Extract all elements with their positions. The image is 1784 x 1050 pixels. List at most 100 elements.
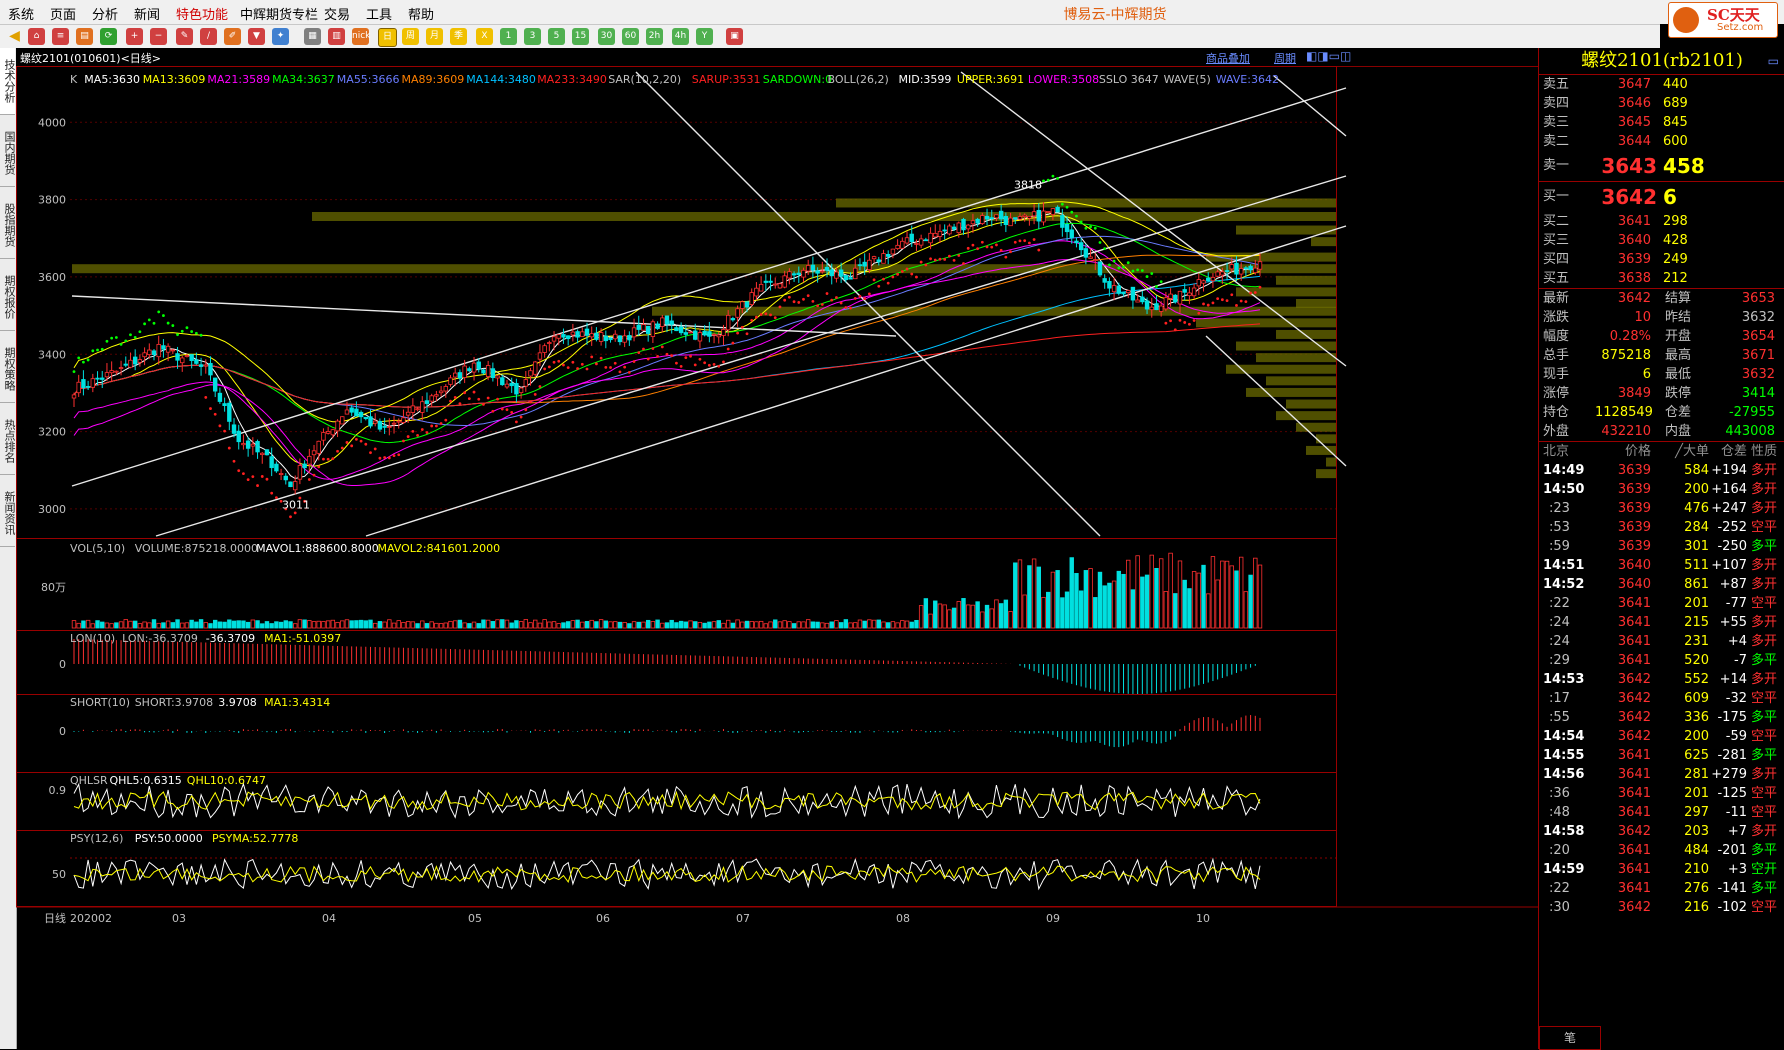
menu-page[interactable]: 页面: [50, 4, 76, 23]
bid-level-label: 买四: [1543, 252, 1570, 267]
sar-dot: [105, 339, 109, 343]
tick-type: 多平: [1751, 653, 1778, 668]
volume-bar: [1234, 570, 1239, 629]
sar-dot: [91, 349, 95, 353]
side-tab-index-futures[interactable]: 股指期货: [0, 192, 16, 259]
candle-body: [1234, 262, 1239, 275]
zoom-out-icon[interactable]: −: [150, 28, 167, 45]
list-icon[interactable]: ≡: [52, 28, 69, 45]
period-4h-button[interactable]: 4h: [672, 28, 689, 45]
ask-volume: 440: [1663, 77, 1688, 92]
date-axis-label: 03: [172, 912, 186, 925]
tick-volume: 301: [1684, 539, 1709, 554]
side-tab-domestic-futures[interactable]: 国内期货: [0, 120, 16, 187]
logo-badge-icon: [1673, 7, 1699, 33]
draw-icon[interactable]: /: [200, 28, 217, 45]
chart-area[interactable]: K MA5:3630 MA13:3609 MA21:3589 MA34:3637 MA55…: [16, 66, 1538, 1028]
side-tab-options-quote[interactable]: 期权报价: [0, 264, 16, 331]
tick-volume: 231: [1684, 634, 1709, 649]
period-2h-button[interactable]: 2h: [646, 28, 663, 45]
sar-dot: [703, 361, 707, 365]
side-tab-news[interactable]: 新闻资讯: [0, 480, 16, 547]
volume-profile-bar: [1266, 376, 1336, 386]
calc-icon[interactable]: ▣: [726, 28, 743, 45]
period-week-button[interactable]: 周: [402, 28, 419, 45]
stat-value: 443008: [1725, 424, 1775, 439]
sar-dot: [830, 298, 834, 302]
filter-icon[interactable]: ▼: [248, 28, 265, 45]
pen-icon[interactable]: ✎: [176, 28, 193, 45]
stat-value: 1128549: [1595, 405, 1653, 420]
tick-price: 3639: [1617, 520, 1651, 535]
candle-body: [90, 378, 96, 388]
period-link[interactable]: 周期: [1274, 50, 1296, 66]
menu-news[interactable]: 新闻: [134, 4, 160, 23]
chart-icon[interactable]: ▥: [328, 28, 345, 45]
tick-time: :17: [1549, 691, 1570, 706]
candle-body: [467, 368, 472, 372]
period-month-button[interactable]: 月: [426, 28, 443, 45]
period-quarter-button[interactable]: 季: [450, 28, 467, 45]
window-buttons-icon[interactable]: ◧◨▭◫: [1306, 49, 1351, 63]
menu-analysis[interactable]: 分析: [92, 4, 118, 23]
side-tab-hot-rank[interactable]: 热点排名: [0, 408, 16, 475]
side-tab-options-strategy[interactable]: 期权策略: [0, 336, 16, 403]
volume-bar: [617, 621, 623, 629]
report-icon[interactable]: ▤: [76, 28, 93, 45]
psy-legend-item: PSY:50.0000: [135, 832, 203, 845]
home-icon[interactable]: ⌂: [28, 28, 45, 45]
back-icon[interactable]: ◀: [6, 28, 23, 45]
period-60m-button[interactable]: 60: [622, 28, 639, 45]
period-15m-button[interactable]: 15: [572, 28, 589, 45]
sar-dot: [491, 409, 495, 413]
period-30m-button[interactable]: 30: [598, 28, 615, 45]
tick-list[interactable]: 北京 价格 ╱大单 仓差 性质 14:49 3639 584 +194 多开 14:50 3639 20…: [1539, 442, 1784, 917]
candle-body: [904, 237, 910, 244]
candle-body: [956, 222, 961, 234]
tick-oi-change: -77: [1725, 596, 1747, 611]
psy-line: [73, 857, 1261, 891]
side-tab-technical[interactable]: 技术分析: [0, 48, 16, 115]
price-axis-label: 4000: [38, 116, 66, 129]
volume-bar: [528, 622, 533, 629]
refresh-icon[interactable]: ⟳: [100, 28, 117, 45]
period-day-button[interactable]: 日: [378, 28, 397, 47]
period-3m-button[interactable]: 3: [524, 28, 541, 45]
sar-dot: [764, 312, 768, 316]
period-5m-button[interactable]: 5: [548, 28, 565, 45]
volume-legend-item: MAVOL2:841601.2000: [378, 542, 501, 555]
candle-body: [118, 367, 124, 369]
volume-bar: [989, 608, 994, 629]
volume-bar: [443, 622, 449, 629]
pin-icon[interactable]: ✦: [272, 28, 289, 45]
volume-bar: [1121, 573, 1126, 629]
zoom-in-icon[interactable]: +: [126, 28, 143, 45]
candle-body: [100, 377, 105, 380]
period-year-button[interactable]: Y: [696, 28, 713, 45]
table-icon[interactable]: ▦: [304, 28, 321, 45]
menu-system[interactable]: 系统: [8, 4, 34, 23]
tick-header-price: 价格: [1624, 444, 1651, 459]
volume-bar: [1111, 580, 1117, 629]
period-x-button[interactable]: X: [476, 28, 493, 45]
overlay-link[interactable]: 商品叠加: [1206, 50, 1250, 66]
tick-button[interactable]: nick: [352, 28, 370, 45]
menu-column[interactable]: 中辉期货专栏: [240, 4, 318, 23]
sar-dot: [1122, 265, 1125, 269]
panel-menu-icon[interactable]: ▭: [1768, 48, 1779, 74]
volume-bar: [820, 622, 825, 629]
volume-bar: [1206, 593, 1211, 629]
period-1m-button[interactable]: 1: [500, 28, 517, 45]
volume-bar: [85, 619, 91, 629]
volume-bar: [669, 619, 674, 629]
menu-tools[interactable]: 工具: [366, 4, 392, 23]
brush-icon[interactable]: ✐: [224, 28, 241, 45]
menu-help[interactable]: 帮助: [408, 4, 434, 23]
tick-tab[interactable]: 笔: [1539, 1026, 1601, 1050]
tick-row: :48 3641 297 -11 空平: [1539, 803, 1784, 822]
candle-body: [542, 345, 547, 353]
menu-features[interactable]: 特色功能: [176, 4, 228, 23]
candle-body: [1064, 224, 1070, 233]
volume-bar: [1253, 557, 1258, 629]
menu-trade[interactable]: 交易: [324, 4, 350, 23]
